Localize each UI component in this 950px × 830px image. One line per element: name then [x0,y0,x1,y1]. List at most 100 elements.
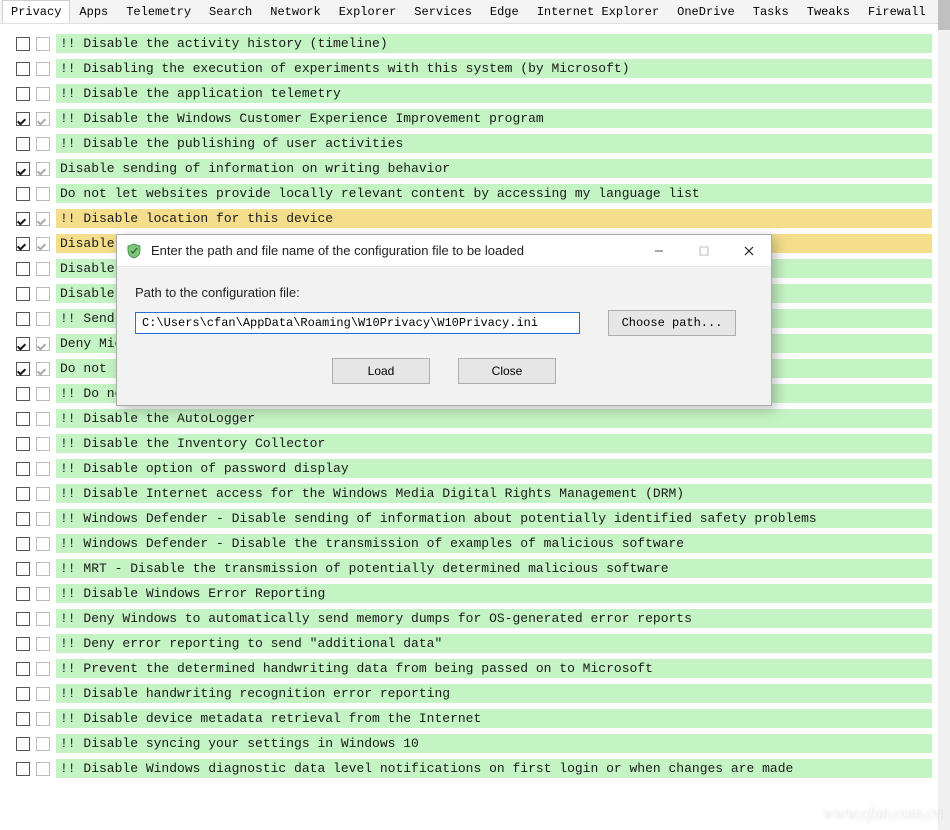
setting-checkbox-2[interactable] [36,237,50,251]
setting-checkbox-2[interactable] [36,212,50,226]
setting-checkbox-1[interactable] [16,587,30,601]
setting-checkbox-1[interactable] [16,237,30,251]
setting-checkbox-2[interactable] [36,287,50,301]
setting-checkbox-2[interactable] [36,62,50,76]
setting-checkbox-2[interactable] [36,662,50,676]
setting-row: !! Disable Windows diagnostic data level… [16,759,932,778]
load-config-dialog: Enter the path and file name of the conf… [116,234,772,406]
tab-apps[interactable]: Apps [70,0,117,23]
setting-row: !! Disable the AutoLogger [16,409,932,428]
setting-row: !! Disabling the execution of experiment… [16,59,932,78]
setting-checkbox-2[interactable] [36,112,50,126]
setting-checkbox-1[interactable] [16,262,30,276]
load-button[interactable]: Load [332,358,430,384]
setting-checkbox-1[interactable] [16,387,30,401]
tab-edge[interactable]: Edge [481,0,528,23]
setting-checkbox-1[interactable] [16,412,30,426]
tab-network[interactable]: Network [261,0,329,23]
setting-checkbox-2[interactable] [36,437,50,451]
setting-checkbox-2[interactable] [36,87,50,101]
setting-checkbox-1[interactable] [16,187,30,201]
choose-path-button[interactable]: Choose path... [608,310,736,336]
minimize-button[interactable] [636,235,681,267]
setting-row: !! Disable Windows Error Reporting [16,584,932,603]
setting-checkbox-2[interactable] [36,487,50,501]
setting-checkbox-1[interactable] [16,337,30,351]
setting-checkbox-2[interactable] [36,462,50,476]
setting-checkbox-1[interactable] [16,87,30,101]
tab-tweaks[interactable]: Tweaks [798,0,859,23]
tab-tasks[interactable]: Tasks [744,0,798,23]
setting-checkbox-2[interactable] [36,162,50,176]
setting-checkbox-2[interactable] [36,262,50,276]
setting-checkbox-2[interactable] [36,337,50,351]
setting-label: !! Disable Windows diagnostic data level… [56,759,932,778]
setting-checkbox-1[interactable] [16,437,30,451]
setting-row: !! MRT - Disable the transmission of pot… [16,559,932,578]
close-dialog-button[interactable]: Close [458,358,556,384]
setting-checkbox-1[interactable] [16,62,30,76]
tab-onedrive[interactable]: OneDrive [668,0,744,23]
setting-checkbox-1[interactable] [16,737,30,751]
setting-checkbox-2[interactable] [36,587,50,601]
setting-checkbox-1[interactable] [16,562,30,576]
setting-checkbox-2[interactable] [36,187,50,201]
setting-checkbox-1[interactable] [16,687,30,701]
setting-checkbox-2[interactable] [36,562,50,576]
setting-checkbox-2[interactable] [36,687,50,701]
config-path-input[interactable] [135,312,580,334]
setting-row: !! Disable syncing your settings in Wind… [16,734,932,753]
dialog-title: Enter the path and file name of the conf… [151,243,636,258]
setting-checkbox-1[interactable] [16,662,30,676]
setting-checkbox-1[interactable] [16,712,30,726]
setting-label: !! MRT - Disable the transmission of pot… [56,559,932,578]
close-button[interactable] [726,235,771,267]
setting-checkbox-1[interactable] [16,137,30,151]
tab-explorer[interactable]: Explorer [330,0,406,23]
setting-label: !! Disable the AutoLogger [56,409,932,428]
setting-checkbox-2[interactable] [36,387,50,401]
setting-checkbox-1[interactable] [16,362,30,376]
setting-row: !! Disable location for this device [16,209,932,228]
setting-checkbox-1[interactable] [16,612,30,626]
setting-checkbox-2[interactable] [36,712,50,726]
setting-checkbox-1[interactable] [16,37,30,51]
setting-checkbox-2[interactable] [36,637,50,651]
maximize-button[interactable] [681,235,726,267]
setting-checkbox-1[interactable] [16,512,30,526]
tab-firewall[interactable]: Firewall [859,0,935,23]
setting-checkbox-2[interactable] [36,612,50,626]
setting-row: !! Deny Windows to automatically send me… [16,609,932,628]
tab-internet-explorer[interactable]: Internet Explorer [528,0,668,23]
setting-checkbox-2[interactable] [36,737,50,751]
tab-telemetry[interactable]: Telemetry [117,0,200,23]
setting-checkbox-2[interactable] [36,37,50,51]
setting-checkbox-2[interactable] [36,512,50,526]
setting-checkbox-1[interactable] [16,312,30,326]
setting-checkbox-2[interactable] [36,137,50,151]
setting-checkbox-1[interactable] [16,112,30,126]
setting-checkbox-2[interactable] [36,412,50,426]
setting-checkbox-1[interactable] [16,537,30,551]
setting-checkbox-2[interactable] [36,312,50,326]
dialog-input-row: Choose path... [135,310,753,336]
setting-checkbox-1[interactable] [16,637,30,651]
scrollbar-thumb[interactable] [938,0,950,30]
setting-row: !! Disable device metadata retrieval fro… [16,709,932,728]
setting-checkbox-1[interactable] [16,287,30,301]
setting-checkbox-1[interactable] [16,162,30,176]
vertical-scrollbar[interactable] [938,0,950,830]
setting-checkbox-1[interactable] [16,487,30,501]
setting-checkbox-1[interactable] [16,212,30,226]
setting-row: !! Disable the application telemetry [16,84,932,103]
tab-privacy[interactable]: Privacy [2,0,70,23]
setting-label: !! Disable syncing your settings in Wind… [56,734,932,753]
setting-checkbox-2[interactable] [36,362,50,376]
setting-checkbox-1[interactable] [16,462,30,476]
setting-checkbox-2[interactable] [36,762,50,776]
tab-services[interactable]: Services [405,0,481,23]
tab-bar: PrivacyAppsTelemetrySearchNetworkExplore… [0,0,938,24]
tab-search[interactable]: Search [200,0,261,23]
setting-checkbox-2[interactable] [36,537,50,551]
setting-checkbox-1[interactable] [16,762,30,776]
